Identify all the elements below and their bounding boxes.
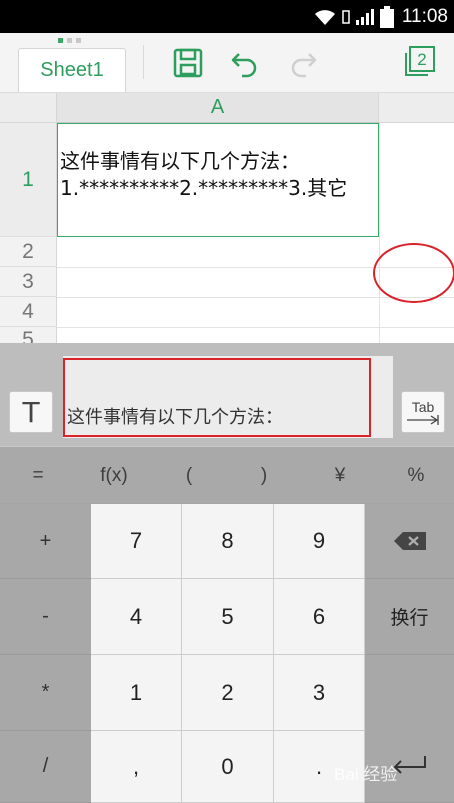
sheet-page-indicator	[58, 38, 81, 43]
undo-icon	[231, 53, 257, 78]
toolbar: Sheet1 2	[0, 33, 454, 93]
yen-key[interactable]: ¥	[302, 447, 378, 504]
cell-a1[interactable]: 这件事情有以下几个方法： 1.**********2.*********3.其它	[57, 123, 379, 237]
highlight-ellipse	[373, 243, 454, 303]
key-4[interactable]: 4	[91, 579, 182, 655]
undo-button[interactable]	[225, 45, 265, 81]
equals-key[interactable]: =	[0, 447, 76, 504]
column-header-a[interactable]: A	[57, 93, 379, 123]
redo-icon	[291, 53, 317, 78]
divide-key[interactable]: /	[0, 731, 91, 803]
text-mode-button[interactable]: T	[9, 391, 53, 433]
row-header-2[interactable]: 2	[0, 237, 57, 267]
tab-button[interactable]: Tab	[401, 391, 445, 433]
key-0[interactable]: 0	[182, 731, 274, 803]
key-7[interactable]: 7	[91, 504, 182, 579]
cell-edit-bar: T 这件事情有以下几个方法： 1.********** 2.********* …	[0, 343, 454, 446]
key-9[interactable]: 9	[274, 504, 365, 579]
signal-icon	[355, 8, 374, 25]
newline-key-label: 换行	[390, 607, 429, 629]
row-header-5[interactable]: 5	[0, 327, 57, 343]
key-8[interactable]: 8	[182, 504, 274, 579]
key-6[interactable]: 6	[274, 579, 365, 655]
key-2[interactable]: 2	[182, 655, 274, 731]
key-1[interactable]: 1	[91, 655, 182, 731]
sheets-count-button[interactable]: 2	[402, 45, 436, 79]
open-paren-key[interactable]: (	[152, 447, 226, 504]
comma-key[interactable]: ,	[91, 731, 182, 803]
baidu-jingyan-watermark: Bai 经验	[334, 750, 450, 794]
status-bar: 11:08	[0, 0, 454, 33]
backspace-icon	[393, 532, 426, 550]
close-paren-key[interactable]: )	[226, 447, 302, 504]
column-header-b[interactable]	[379, 93, 454, 123]
sheets-count-label: 2	[417, 50, 427, 69]
toolbar-divider	[143, 45, 144, 79]
grid-line	[379, 123, 380, 343]
percent-key[interactable]: %	[378, 447, 454, 504]
spreadsheet-grid: A 1 2 3 4 5 这件事情有以下几个方法： 1.**********2.*…	[0, 93, 454, 343]
newline-key[interactable]: 换行	[365, 579, 454, 655]
backspace-key[interactable]	[365, 504, 454, 579]
select-all-corner[interactable]	[0, 93, 57, 123]
sim-icon	[342, 9, 350, 24]
minus-key[interactable]: -	[0, 579, 91, 655]
sheet-tab[interactable]: Sheet1	[18, 48, 126, 92]
formula-keyboard: T 这件事情有以下几个方法： 1.********** 2.********* …	[0, 343, 454, 803]
wifi-icon	[314, 9, 335, 25]
key-3[interactable]: 3	[274, 655, 365, 731]
watermark-text: Bai 经验	[334, 764, 398, 784]
key-5[interactable]: 5	[182, 579, 274, 655]
function-key[interactable]: f(x)	[76, 447, 152, 504]
multiply-key[interactable]: *	[0, 655, 91, 731]
plus-key[interactable]: +	[0, 504, 91, 579]
tab-arrow-icon	[407, 415, 439, 425]
highlight-rectangle	[63, 358, 371, 437]
battery-icon	[379, 5, 394, 28]
save-button[interactable]	[168, 45, 208, 81]
row-header-3[interactable]: 3	[0, 267, 57, 297]
function-row: = f(x) ( ) ¥ %	[0, 446, 454, 503]
grid-line	[57, 327, 454, 328]
redo-button[interactable]	[283, 45, 323, 81]
save-icon	[173, 48, 203, 78]
row-header-1[interactable]: 1	[0, 123, 57, 237]
status-time: 11:08	[401, 5, 448, 27]
tab-label: Tab	[411, 399, 435, 415]
row-header-4[interactable]: 4	[0, 297, 57, 327]
